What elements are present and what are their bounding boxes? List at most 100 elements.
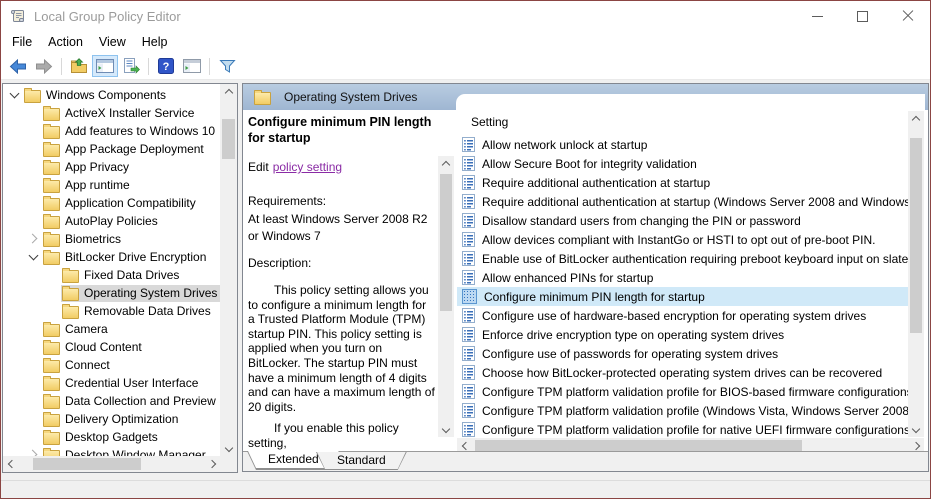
- setting-row[interactable]: Enforce drive encryption type on operati…: [457, 325, 908, 344]
- scroll-up-arrow[interactable]: [220, 84, 237, 98]
- tree-vscroll-thumb[interactable]: [222, 119, 235, 159]
- scroll-up-arrow[interactable]: [438, 156, 454, 170]
- tree-chevron-icon[interactable]: [26, 213, 42, 229]
- setting-row[interactable]: Disallow standard users from changing th…: [457, 211, 908, 230]
- console-tree-pane: Windows Components ActiveX Installer Ser…: [2, 83, 238, 473]
- setting-row[interactable]: Require additional authentication at sta…: [457, 173, 908, 192]
- list-hscroll-thumb[interactable]: [475, 440, 802, 451]
- minimize-button[interactable]: [795, 1, 840, 31]
- tree-chevron-icon[interactable]: [26, 321, 42, 337]
- scroll-up-arrow[interactable]: [908, 111, 924, 125]
- tree-item[interactable]: Add features to Windows 10: [3, 122, 237, 140]
- tree-item[interactable]: App Package Deployment: [3, 140, 237, 158]
- list-vertical-scrollbar[interactable]: [908, 111, 924, 437]
- tree-item[interactable]: Operating System Drives: [3, 284, 237, 302]
- tree-vertical-scrollbar[interactable]: [220, 84, 237, 456]
- tree-chevron-icon[interactable]: [26, 429, 42, 445]
- help-scroll-thumb[interactable]: [440, 174, 452, 311]
- tree-item[interactable]: Credential User Interface: [3, 374, 237, 392]
- tree-item-label: Application Compatibility: [65, 196, 196, 210]
- setting-row[interactable]: Require additional authentication at sta…: [457, 192, 908, 211]
- tree-item[interactable]: Delivery Optimization: [3, 410, 237, 428]
- tree-chevron-icon[interactable]: [26, 393, 42, 409]
- tree-item[interactable]: App runtime: [3, 176, 237, 194]
- tree-item[interactable]: Cloud Content: [3, 338, 237, 356]
- list-vscroll-thumb[interactable]: [910, 138, 922, 333]
- tree-chevron-icon[interactable]: [26, 123, 42, 139]
- setting-row[interactable]: Allow network unlock at startup: [457, 135, 908, 154]
- tree-item[interactable]: BitLocker Drive Encryption: [3, 248, 237, 266]
- setting-row[interactable]: Allow devices compliant with InstantGo o…: [457, 230, 908, 249]
- tree-chevron-icon[interactable]: [26, 249, 42, 265]
- scrollbar-corner: [220, 456, 237, 472]
- requirements-label: Requirements:: [248, 194, 326, 208]
- scroll-down-arrow[interactable]: [908, 423, 924, 437]
- tree-chevron-icon[interactable]: [26, 339, 42, 355]
- tree-chevron-icon[interactable]: [26, 105, 42, 121]
- maximize-button[interactable]: [840, 1, 885, 31]
- tree-item[interactable]: Application Compatibility: [3, 194, 237, 212]
- export-list-button[interactable]: [118, 55, 144, 77]
- setting-row[interactable]: Allow Secure Boot for integrity validati…: [457, 154, 908, 173]
- help-button[interactable]: ?: [153, 55, 179, 77]
- tree-chevron-icon[interactable]: [45, 285, 61, 301]
- tree-hscroll-thumb[interactable]: [33, 458, 141, 470]
- tree-horizontal-scrollbar[interactable]: [3, 456, 220, 472]
- tree-item[interactable]: Desktop Gadgets: [3, 428, 237, 446]
- setting-row[interactable]: Configure use of passwords for operating…: [457, 344, 908, 363]
- tree-chevron-icon[interactable]: [26, 195, 42, 211]
- filter-icon: [219, 59, 236, 73]
- setting-column-header[interactable]: Setting: [471, 115, 508, 129]
- menu-action[interactable]: Action: [40, 32, 91, 52]
- menu-help[interactable]: Help: [134, 32, 176, 52]
- tree-chevron-icon[interactable]: [45, 267, 61, 283]
- tree-chevron-icon[interactable]: [26, 177, 42, 193]
- tree-chevron-icon[interactable]: [7, 87, 23, 103]
- tree-chevron-icon[interactable]: [26, 231, 42, 247]
- tree-item[interactable]: AutoPlay Policies: [3, 212, 237, 230]
- tree-chevron-icon[interactable]: [26, 141, 42, 157]
- tree-item[interactable]: Data Collection and Preview Bu: [3, 392, 237, 410]
- menu-file[interactable]: File: [4, 32, 40, 52]
- show-console-tree-button[interactable]: [92, 55, 118, 77]
- scroll-down-arrow[interactable]: [220, 442, 237, 456]
- tree-item[interactable]: Removable Data Drives: [3, 302, 237, 320]
- tree-item[interactable]: App Privacy: [3, 158, 237, 176]
- setting-row[interactable]: Configure minimum PIN length for startup: [457, 287, 908, 306]
- tree-item[interactable]: Fixed Data Drives: [3, 266, 237, 284]
- scroll-right-arrow[interactable]: [206, 456, 220, 472]
- setting-row[interactable]: Allow enhanced PINs for startup: [457, 268, 908, 287]
- tree-item[interactable]: Camera: [3, 320, 237, 338]
- tree-chevron-icon[interactable]: [26, 411, 42, 427]
- tree-item-label: Add features to Windows 10: [65, 124, 215, 138]
- help-pane-scrollbar[interactable]: [438, 156, 454, 437]
- setting-label: Configure TPM platform validation profil…: [482, 385, 908, 399]
- tree-chevron-icon[interactable]: [26, 159, 42, 175]
- setting-row[interactable]: Choose how BitLocker-protected operating…: [457, 363, 908, 382]
- setting-row[interactable]: Enable use of BitLocker authentication r…: [457, 249, 908, 268]
- back-button[interactable]: [5, 55, 31, 77]
- policy-setting-link[interactable]: policy setting: [273, 160, 342, 174]
- tree-chevron-icon[interactable]: [26, 375, 42, 391]
- close-button[interactable]: [885, 1, 930, 31]
- menu-view[interactable]: View: [91, 32, 134, 52]
- tree-chevron-icon[interactable]: [26, 357, 42, 373]
- tree-item[interactable]: Biometrics: [3, 230, 237, 248]
- scroll-down-arrow[interactable]: [438, 423, 454, 437]
- scroll-left-arrow[interactable]: [3, 456, 17, 472]
- filter-button[interactable]: [214, 55, 240, 77]
- tree-item[interactable]: Windows Components: [3, 86, 237, 104]
- setting-label: Disallow standard users from changing th…: [482, 214, 801, 228]
- tab-standard[interactable]: Standard: [316, 452, 407, 470]
- setting-row[interactable]: Configure TPM platform validation profil…: [457, 420, 908, 437]
- setting-row[interactable]: Configure TPM platform validation profil…: [457, 401, 908, 420]
- setting-label: Allow enhanced PINs for startup: [482, 271, 653, 285]
- up-one-level-button[interactable]: [66, 55, 92, 77]
- setting-row[interactable]: Configure use of hardware-based encrypti…: [457, 306, 908, 325]
- forward-button[interactable]: [31, 55, 57, 77]
- show-window-button[interactable]: [179, 55, 205, 77]
- setting-row[interactable]: Configure TPM platform validation profil…: [457, 382, 908, 401]
- tree-item[interactable]: ActiveX Installer Service: [3, 104, 237, 122]
- tree-chevron-icon[interactable]: [45, 303, 61, 319]
- tree-item[interactable]: Connect: [3, 356, 237, 374]
